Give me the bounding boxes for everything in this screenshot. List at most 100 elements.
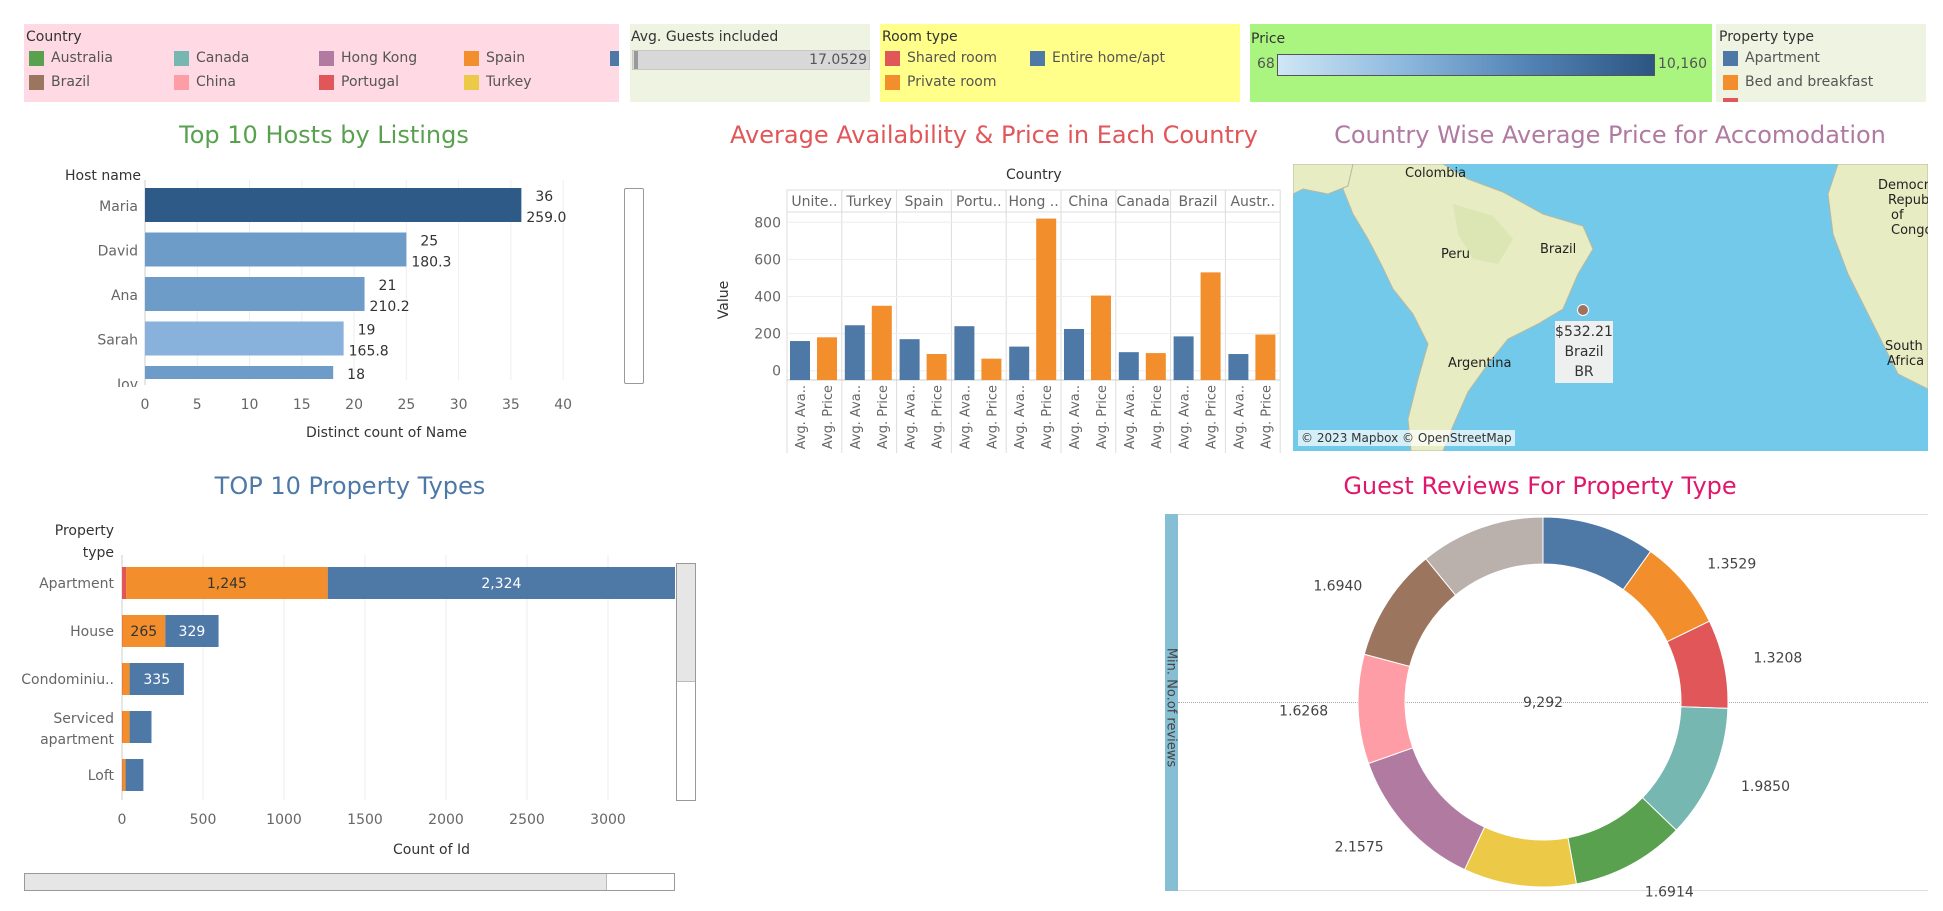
reviews-slice-label: 1.6914 (1645, 884, 1694, 900)
room-type-item-label[interactable]: Entire home/apt (1052, 50, 1165, 66)
country-filter-item-label[interactable]: Portugal (341, 74, 399, 90)
ptypes-h-scrollbar[interactable] (24, 873, 675, 891)
avail-country-label: Spain (904, 194, 943, 210)
ptypes-xlabel: Count of Id (393, 842, 470, 858)
reviews-slice-label: 1.6940 (1313, 578, 1362, 594)
map-place-label: of Congo (1891, 208, 1928, 238)
country-filter-item-swatch[interactable] (319, 51, 334, 66)
avail-measure-label: Avg. Price (1095, 385, 1110, 449)
country-filter-item-label[interactable]: Australia (51, 50, 113, 66)
avail-ylabel: Value (716, 280, 733, 320)
ptypes-h-scroll-thumb[interactable] (25, 874, 607, 890)
price-filter[interactable]: Price 68 10,160 (1250, 24, 1712, 102)
map-tooltip-country: Brazil (1564, 344, 1604, 360)
property-type-item-label[interactable]: Bed and breakfast (1745, 74, 1873, 90)
map-attribution: © 2023 Mapbox © OpenStreetMap (1298, 430, 1515, 446)
ptypes-v-scrollbar[interactable] (676, 563, 696, 801)
ptypes-bar-label: 1,245 (207, 576, 247, 592)
reviews-donut: 1.68351.35291.32081.98501.69141.68002.15… (1279, 505, 1802, 900)
ptypes-bar-segment (122, 759, 126, 791)
avail-measure-label: Avg. Ava.. (1123, 385, 1138, 449)
property-type-item-swatch[interactable] (1723, 75, 1738, 90)
map-place-label: Argentina (1448, 356, 1512, 371)
hosts-bar (145, 277, 365, 311)
reviews-slice-label: 2.1575 (1335, 839, 1384, 855)
country-filter-item-swatch[interactable] (174, 51, 189, 66)
avail-bar (954, 326, 975, 380)
ptypes-chart: 0 500 1000 1500 2000 2500 3000 1,245 2,324 Apartm… (21, 555, 675, 828)
ptypes-bar-segment (122, 711, 130, 743)
avail-measure-label: Avg. Price (821, 385, 836, 449)
price-gradient-slider[interactable] (1277, 54, 1655, 76)
country-filter-item-label[interactable]: Hong Kong (341, 50, 417, 66)
property-type-item-swatch[interactable] (1723, 51, 1738, 66)
guests-slider-handle[interactable] (634, 51, 638, 69)
country-filter-item-swatch[interactable] (29, 75, 44, 90)
ptypes-category-label: apartment (40, 732, 114, 748)
room-type-filter[interactable]: Room type Shared room Entire home/apt Priv… (880, 24, 1240, 102)
ptypes-header-1: Property (54, 523, 114, 539)
reviews-slice (1367, 747, 1486, 871)
avail-country-label: Turkey (845, 194, 892, 210)
country-filter-item-label[interactable]: China (196, 74, 236, 90)
avail-bar (844, 325, 865, 380)
avail-bar (1173, 336, 1194, 380)
country-filter-item-label[interactable]: Turkey (486, 74, 532, 90)
hosts-category-label: David (98, 244, 138, 260)
country-filter-item-label[interactable]: Brazil (51, 74, 90, 90)
room-type-item-label[interactable]: Shared room (907, 50, 997, 66)
hosts-scrollbar[interactable] (624, 188, 644, 384)
country-filter-item-swatch[interactable] (319, 75, 334, 90)
map-place-label: South (1885, 339, 1923, 354)
country-filter-item-swatch[interactable] (174, 75, 189, 90)
avail-bar (1228, 354, 1249, 380)
map-title: Country Wise Average Price for Accomodat… (1334, 121, 1886, 149)
guests-slider[interactable]: 17.0529 (632, 50, 870, 70)
avail-country-label: Hong .. (1008, 194, 1058, 210)
map-panel[interactable]: Colombia Peru Brazil Argentina DemocraticRep… (1293, 164, 1928, 451)
map-point-brazil[interactable] (1577, 304, 1589, 316)
room-type-item-label[interactable]: Private room (907, 74, 996, 90)
ptypes-category-label: Apartment (39, 576, 114, 592)
ptypes-xtick: 0 (118, 812, 127, 828)
property-type-item-label[interactable]: Apartment (1745, 50, 1820, 66)
more-swatch-partial (1723, 98, 1738, 102)
country-filter-item-swatch[interactable] (464, 51, 479, 66)
map-land (1293, 164, 1928, 451)
property-type-filter[interactable]: Property type Apartment Bed and breakfast (1716, 24, 1926, 102)
hosts-xtick: 40 (554, 397, 572, 413)
avail-bar (1200, 272, 1221, 380)
ptypes-category-label: Serviced (53, 711, 114, 727)
guests-filter[interactable]: Avg. Guests included 17.0529 (630, 24, 870, 102)
more-swatch (610, 51, 619, 66)
hosts-value-label: 18 (347, 367, 365, 383)
map-place-label: Republic (1888, 193, 1928, 208)
ptypes-xtick: 1500 (347, 812, 383, 828)
avail-measure-label: Avg. Ava.. (849, 385, 864, 449)
room-type-item-swatch[interactable] (1030, 51, 1045, 66)
country-filter-item-label[interactable]: Spain (486, 50, 525, 66)
hosts-value2-label: 210.2 (370, 299, 410, 315)
avail-measure-label: Avg. Price (931, 385, 946, 449)
country-filter[interactable]: Country Australia Canada Hong Kong Spain Bra… (24, 24, 619, 102)
hosts-category-label: Ana (111, 288, 138, 304)
guests-filter-title: Avg. Guests included (631, 29, 779, 45)
hosts-xlabel: Distinct count of Name (306, 425, 468, 441)
room-type-item-swatch[interactable] (885, 75, 900, 90)
map-place-label: Democratic (1878, 178, 1928, 193)
ptypes-xtick: 2500 (509, 812, 545, 828)
country-filter-item-label[interactable]: Canada (196, 50, 249, 66)
ptypes-bar-segment (129, 711, 152, 743)
room-type-item-swatch[interactable] (885, 51, 900, 66)
avail-ytick: 0 (772, 364, 781, 380)
ptypes-v-scroll-thumb[interactable] (677, 564, 695, 682)
ptypes-bar-segment (122, 567, 127, 599)
avail-ytick: 400 (754, 290, 781, 306)
avail-measure-label: Avg. Ava.. (1068, 385, 1083, 449)
ptypes-bar-segment (122, 663, 130, 695)
country-filter-item-swatch[interactable] (29, 51, 44, 66)
reviews-slice (1463, 826, 1577, 888)
avail-bar (1118, 352, 1139, 380)
country-filter-item-swatch[interactable] (464, 75, 479, 90)
map-tooltip-code: BR (1574, 364, 1594, 380)
